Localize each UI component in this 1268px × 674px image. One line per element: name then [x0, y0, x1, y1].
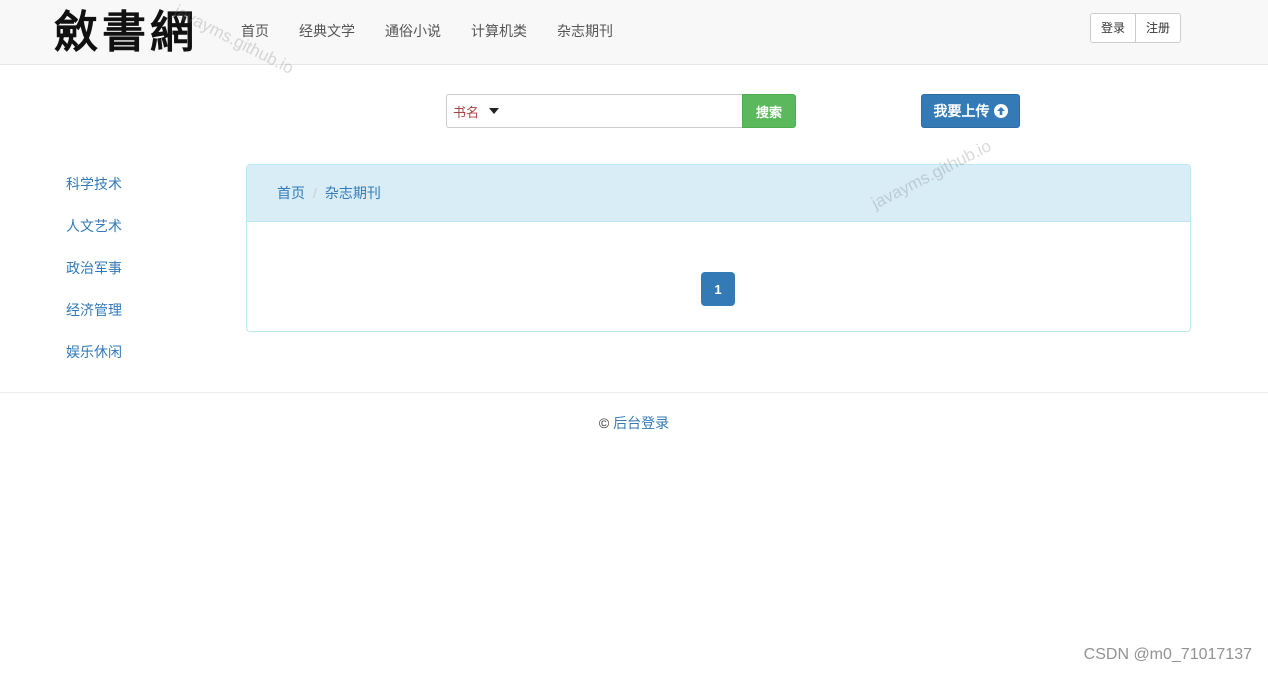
nav-link-classic-literature[interactable]: 经典文学 — [284, 0, 370, 64]
pagination-page-button[interactable]: 1 — [701, 272, 735, 306]
search-input[interactable] — [510, 94, 742, 128]
search-bar: 书名 搜索 — [446, 94, 796, 128]
category-sidebar: 科学技术 人文艺术 政治军事 经济管理 娱乐休闲 — [66, 168, 206, 378]
breadcrumb-current[interactable]: 杂志期刊 — [325, 183, 381, 203]
breadcrumb: 首页 / 杂志期刊 — [247, 165, 1190, 222]
search-type-dropdown[interactable]: 书名 — [446, 94, 510, 128]
register-button[interactable]: 注册 — [1135, 14, 1181, 42]
copyright-symbol: © — [598, 415, 610, 431]
top-navbar: 斂書網 首页 经典文学 通俗小说 计算机类 杂志期刊 登录 注册 — [0, 0, 1268, 65]
nav-link-home[interactable]: 首页 — [226, 0, 284, 64]
sidebar-item-science[interactable]: 科学技术 — [66, 168, 206, 210]
sidebar-item-economics[interactable]: 经济管理 — [66, 294, 206, 336]
footer: © 后台登录 — [0, 413, 1268, 433]
arrow-up-circle-icon — [993, 104, 1008, 118]
caret-down-icon — [489, 108, 500, 114]
content-panel: 首页 / 杂志期刊 1 — [246, 164, 1191, 332]
admin-login-link[interactable]: 后台登录 — [613, 415, 669, 431]
nav-link-magazines[interactable]: 杂志期刊 — [542, 0, 628, 64]
upload-button-label: 我要上传 — [933, 103, 990, 119]
search-button[interactable]: 搜索 — [742, 94, 796, 128]
main-nav: 首页 经典文学 通俗小说 计算机类 杂志期刊 — [226, 0, 628, 64]
nav-link-popular-fiction[interactable]: 通俗小说 — [370, 0, 456, 64]
breadcrumb-home[interactable]: 首页 — [277, 183, 305, 203]
csdn-watermark: CSDN @m0_71017137 — [1083, 646, 1252, 663]
nav-link-computer[interactable]: 计算机类 — [456, 0, 542, 64]
sidebar-item-entertainment[interactable]: 娱乐休闲 — [66, 336, 206, 378]
upload-button[interactable]: 我要上传 — [921, 94, 1020, 128]
breadcrumb-separator: / — [313, 185, 317, 201]
login-button[interactable]: 登录 — [1091, 14, 1136, 42]
site-logo[interactable]: 斂書網 — [54, 6, 198, 60]
sidebar-item-humanities[interactable]: 人文艺术 — [66, 210, 206, 252]
auth-button-group: 登录 注册 — [1090, 13, 1182, 43]
sidebar-item-politics[interactable]: 政治军事 — [66, 252, 206, 294]
search-type-label: 书名 — [453, 104, 480, 120]
footer-divider — [0, 392, 1268, 393]
